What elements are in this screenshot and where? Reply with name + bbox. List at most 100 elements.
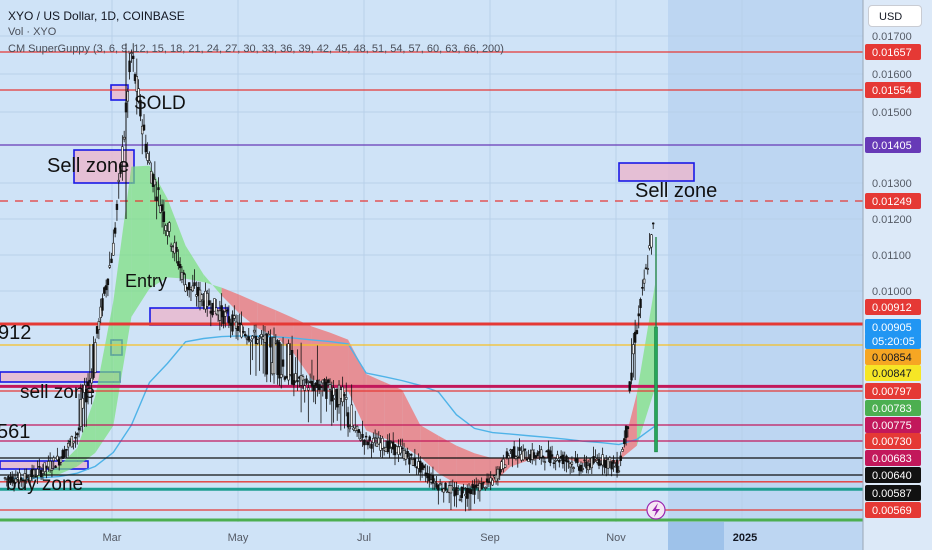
candle-body — [303, 385, 306, 391]
candle-body — [301, 376, 305, 381]
candle-body — [328, 384, 332, 390]
candle-body — [540, 449, 543, 458]
candle-body — [650, 234, 653, 248]
candle-body — [265, 333, 269, 375]
candle-body — [635, 330, 639, 334]
price-tag-label: 0.01405 — [872, 140, 912, 152]
candle-body — [94, 342, 97, 373]
candle-body — [451, 487, 454, 489]
price-tag-label: 0.01249 — [872, 196, 912, 208]
candle-body — [157, 187, 160, 191]
candle-body — [267, 333, 270, 336]
candle-body — [227, 316, 231, 324]
candle-body — [162, 211, 166, 223]
price-tag-label: 0.00569 — [872, 505, 912, 517]
price-chart[interactable]: SOLD Sell zone Sell zone Entry 912 sell zone 5… — [0, 0, 932, 550]
candle-body — [368, 436, 371, 441]
candle-body — [561, 454, 565, 465]
candle-body — [240, 324, 243, 338]
candle-body — [558, 459, 561, 463]
candle-body — [200, 294, 204, 301]
candle-body — [348, 426, 352, 430]
time-axis-tick: Jul — [357, 532, 371, 544]
candle-body — [110, 258, 113, 263]
candle-body — [74, 436, 77, 439]
candle-body — [572, 467, 575, 469]
candle-body — [72, 441, 75, 444]
candle-body — [641, 287, 644, 289]
candle-body — [621, 449, 624, 452]
candle-body — [312, 385, 315, 392]
candle-body — [554, 460, 557, 462]
candle-body — [249, 340, 252, 343]
candle-body — [401, 447, 404, 450]
candle-body — [550, 454, 554, 457]
candle-body — [146, 153, 149, 161]
candle-body — [252, 329, 256, 333]
price-tag-label: 05:20:05 — [872, 336, 915, 348]
candle-body — [307, 387, 310, 391]
candle-body — [242, 331, 245, 333]
price-tag-label: 0.00730 — [872, 436, 912, 448]
candle-body — [462, 487, 465, 490]
price-tag-label: 0.00912 — [872, 302, 912, 314]
candle-body — [155, 196, 158, 201]
candle-body — [359, 438, 362, 441]
candle-body — [160, 204, 164, 211]
candle-body — [343, 394, 346, 397]
candle-body — [370, 443, 373, 449]
candle-body — [410, 453, 413, 456]
candle-body — [549, 450, 552, 464]
volume-indicator-label: Vol · XYO — [8, 26, 57, 38]
candle-body — [651, 222, 655, 225]
candle-body — [567, 460, 570, 463]
candle-body — [552, 462, 556, 464]
candle-body — [258, 337, 261, 339]
candle-body — [52, 457, 55, 461]
annotation-label: Entry — [125, 271, 167, 291]
candle-body — [612, 459, 615, 464]
time-axis-tick: 2025 — [733, 532, 757, 544]
lightning-icon[interactable] — [646, 500, 666, 520]
time-axis-tick: Nov — [606, 532, 626, 544]
price-tag-label: 0.00783 — [872, 403, 912, 415]
candle-body — [364, 435, 368, 438]
price-tag-label: 0.00683 — [872, 453, 912, 465]
candle-body — [236, 325, 240, 331]
candle-body — [278, 342, 281, 379]
candle-body — [112, 242, 115, 256]
price-tag-label: 0.00775 — [872, 420, 912, 432]
candle-body — [523, 448, 527, 451]
candle-body — [224, 311, 227, 317]
price-axis-tick: 0.01200 — [872, 214, 912, 226]
candle-body — [646, 268, 649, 270]
annotation-label: SOLD — [134, 93, 186, 114]
annotation-label: Sell zone — [635, 180, 717, 202]
price-axis-tick: 0.01700 — [872, 31, 912, 43]
candle-body — [449, 485, 453, 494]
timeframe-highlight — [668, 522, 724, 550]
candle-body — [642, 278, 646, 284]
candle-body — [581, 468, 584, 470]
candle-body — [484, 487, 487, 489]
candle-body — [142, 124, 146, 131]
chart-title: XYO / US Dollar, 1D, COINBASE — [8, 9, 185, 23]
candle-body — [516, 455, 519, 458]
candle-body — [433, 481, 436, 484]
candle-body — [632, 344, 635, 355]
candle-body — [166, 231, 169, 236]
candle-body — [512, 446, 516, 458]
candle-body — [381, 437, 384, 449]
candle-body — [128, 60, 131, 73]
candle-body — [637, 313, 640, 317]
candle-body — [294, 373, 297, 382]
candle-body — [247, 336, 250, 341]
candle-body — [164, 225, 167, 231]
candle-body — [366, 441, 370, 446]
candle-body — [50, 468, 54, 471]
candle-body — [280, 374, 283, 378]
candle-body — [345, 397, 348, 400]
candle-body — [106, 278, 110, 286]
currency-button[interactable]: USD — [868, 5, 922, 27]
candle-body — [281, 359, 285, 367]
